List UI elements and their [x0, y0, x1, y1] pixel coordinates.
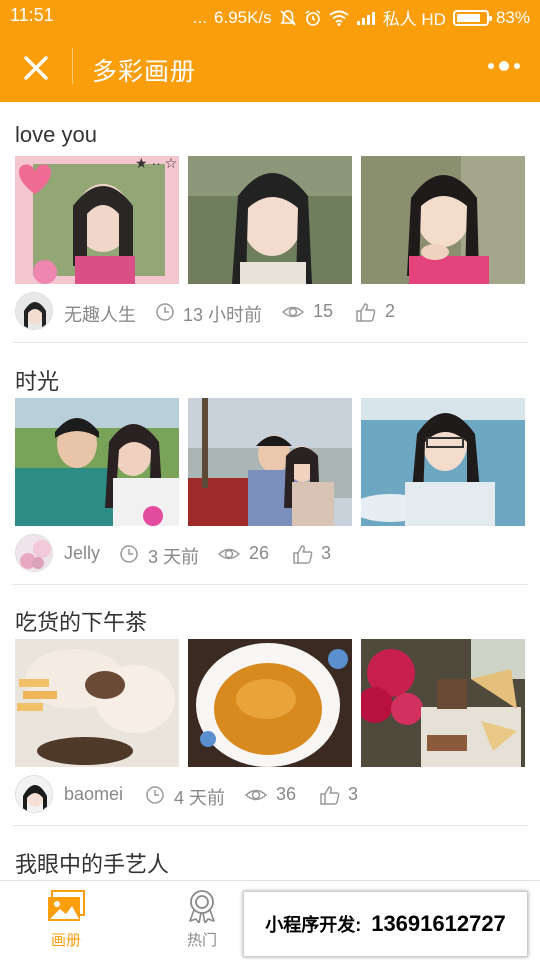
- wifi-icon: [329, 10, 349, 26]
- album-photos: [15, 398, 525, 526]
- album-meta: 无趣人生 13 小时前 15 2: [15, 292, 525, 332]
- more-options-button[interactable]: [488, 56, 520, 76]
- eye-icon: [245, 789, 267, 801]
- post-time: 3 天前: [148, 547, 200, 567]
- clock-icon: [156, 303, 174, 321]
- album-title: love you: [15, 122, 97, 147]
- tab-hot-label: 热门: [186, 932, 217, 949]
- avatar[interactable]: [15, 534, 53, 572]
- header: 多彩画册: [0, 32, 540, 102]
- like-count: 3: [348, 784, 359, 804]
- more-dot: [488, 63, 494, 69]
- thumbs-up-icon[interactable]: [292, 544, 314, 564]
- like-count: 3: [321, 543, 332, 563]
- like-count: 2: [385, 301, 396, 321]
- divider: [12, 342, 528, 343]
- tab-albums[interactable]: 画册: [31, 889, 101, 950]
- album-photo[interactable]: [361, 639, 525, 767]
- username[interactable]: Jelly: [64, 543, 100, 564]
- alarm-icon: [305, 9, 321, 26]
- signal-icon: [356, 11, 375, 25]
- carrier-label: 私人 HD: [382, 10, 446, 29]
- album-photo[interactable]: [361, 156, 525, 284]
- post-time: 4 天前: [174, 788, 226, 808]
- album-title: 吃货的下午茶: [15, 610, 148, 635]
- promo-label: 小程序开发:: [265, 915, 362, 935]
- top-bar: 11:51 ... 6.95K/s 私人 HD 83% 多彩画册: [0, 0, 540, 102]
- post-time: 13 小时前: [183, 305, 263, 325]
- header-divider: [72, 48, 73, 84]
- view-count: 26: [249, 543, 270, 563]
- eye-icon: [282, 306, 304, 318]
- more-dot: [514, 63, 520, 69]
- album-photo[interactable]: [188, 639, 352, 767]
- album-meta: baomei 4 天前 36 3: [15, 775, 525, 815]
- promo-banner[interactable]: 小程序开发: 13691612727: [243, 891, 528, 957]
- album-photos: [15, 639, 525, 767]
- page-title: 多彩画册: [92, 58, 197, 86]
- svg-text:★ ·· ☆: ★ ·· ☆: [135, 156, 177, 171]
- thumbs-up-icon[interactable]: [319, 785, 341, 805]
- divider: [12, 584, 528, 585]
- tab-bar: 画册 热门 小程序开发: 13691612727: [0, 880, 540, 960]
- status-right: ... 6.95K/s 私人 HD 83%: [193, 5, 530, 30]
- battery-percent: 83%: [495, 7, 530, 27]
- avatar[interactable]: [15, 292, 53, 330]
- clock-icon: [146, 786, 164, 804]
- view-count: 15: [313, 301, 334, 321]
- award-ribbon-icon: [189, 890, 215, 924]
- album-photo[interactable]: ★ ·· ☆: [15, 156, 179, 284]
- album-photo[interactable]: [361, 398, 525, 526]
- network-speed: 6.95K/s: [214, 7, 272, 27]
- album-photo[interactable]: [15, 639, 179, 767]
- battery-icon: [452, 9, 492, 26]
- status-dots: ...: [192, 7, 208, 27]
- album-photo[interactable]: [15, 398, 179, 526]
- divider: [12, 825, 528, 826]
- avatar[interactable]: [15, 775, 53, 813]
- promo-phone: 13691612727: [371, 911, 506, 936]
- album-title: 时光: [15, 369, 60, 394]
- tab-hot[interactable]: 热门: [167, 889, 237, 950]
- status-time: 11:51: [10, 5, 54, 25]
- album-meta: Jelly 3 天前 26 3: [15, 534, 525, 574]
- album-feed[interactable]: love you ★ ·· ☆ 无趣人生 13 小时前 15 2 时光 Jell…: [0, 102, 540, 880]
- mute-bell-icon: [280, 9, 296, 26]
- album-title: 我眼中的手艺人: [15, 852, 170, 877]
- status-bar: 11:51 ... 6.95K/s 私人 HD 83%: [0, 0, 540, 32]
- tab-albums-label: 画册: [50, 932, 81, 949]
- username[interactable]: baomei: [64, 784, 123, 805]
- view-count: 36: [276, 784, 297, 804]
- picture-icon: [48, 890, 85, 921]
- eye-icon: [218, 548, 240, 560]
- close-icon[interactable]: [18, 50, 54, 86]
- battery-fill: [456, 13, 481, 22]
- album-photos: ★ ·· ☆: [15, 156, 525, 284]
- album-photo[interactable]: [188, 156, 352, 284]
- clock-icon: [120, 545, 138, 563]
- username[interactable]: 无趣人生: [64, 301, 136, 327]
- album-photo[interactable]: [188, 398, 352, 526]
- more-dot-center: [499, 61, 509, 71]
- thumbs-up-icon[interactable]: [355, 302, 377, 322]
